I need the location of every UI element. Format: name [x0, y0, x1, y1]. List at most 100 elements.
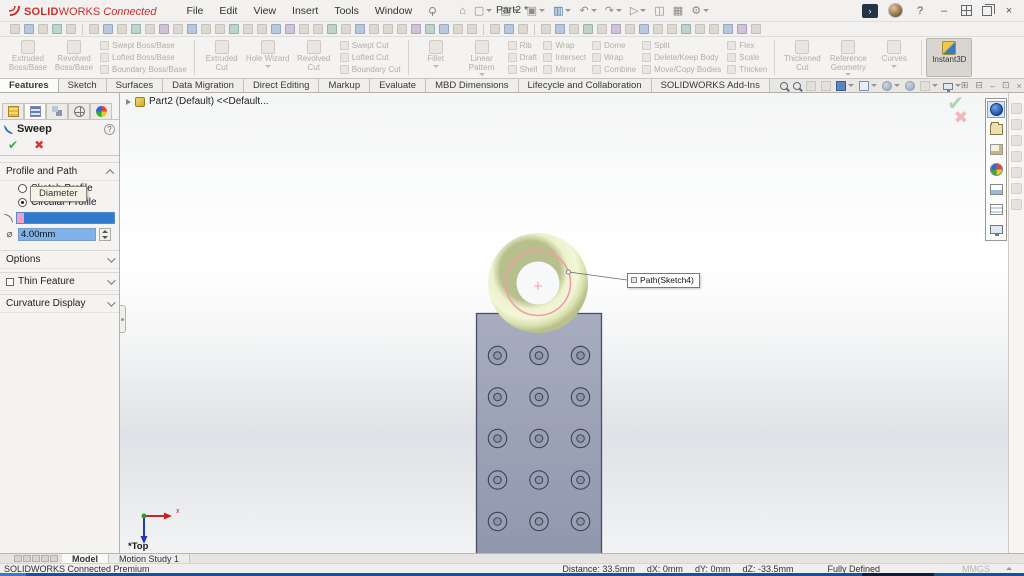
previous-view-icon[interactable] — [806, 81, 816, 91]
toolbar-icon[interactable] — [611, 24, 621, 34]
minimize-button[interactable]: – — [937, 5, 951, 17]
view-orientation-icon[interactable] — [836, 81, 854, 91]
curves-button[interactable]: Curves — [871, 38, 917, 77]
boundary-cut-button[interactable]: Boundary Cut — [340, 64, 401, 75]
diameter-input[interactable]: 4.00mm — [18, 228, 96, 241]
study-nav-button[interactable] — [14, 555, 22, 562]
toolbar-icon[interactable] — [569, 24, 579, 34]
wrap-button[interactable]: Wrap — [543, 40, 586, 51]
combine-button[interactable]: Combine — [592, 64, 636, 75]
tab-dimxpert-manager[interactable] — [68, 103, 90, 119]
toolbar-icon[interactable] — [131, 24, 141, 34]
toolbar-icon[interactable] — [341, 24, 351, 34]
select-icon[interactable]: ▷ — [627, 3, 649, 18]
thickened-cut-button[interactable]: Thickened Cut — [779, 38, 825, 77]
toolbar-icon[interactable] — [117, 24, 127, 34]
expand-pane-icon[interactable]: ⊞ — [961, 80, 969, 91]
tab-model[interactable]: Model — [62, 554, 109, 563]
toolbar-icon[interactable] — [453, 24, 463, 34]
tab-feature-manager[interactable] — [2, 103, 24, 119]
custom-properties-icon[interactable] — [987, 201, 1005, 218]
toolbar-icon[interactable] — [411, 24, 421, 34]
radio-button-icon[interactable] — [18, 198, 27, 207]
diameter-stepper[interactable] — [99, 228, 111, 241]
print-icon[interactable]: ▥ — [550, 3, 574, 18]
draft-button[interactable]: Draft — [508, 52, 538, 63]
3dexperience-icon[interactable] — [987, 101, 1005, 118]
toolbar-icon[interactable] — [709, 24, 719, 34]
toolbar-icon[interactable] — [229, 24, 239, 34]
toolbar-icon[interactable] — [597, 24, 607, 34]
confirmation-corner-cancel-icon[interactable]: ✖ — [954, 108, 968, 128]
tab-lifecycle-and-collaboration[interactable]: Lifecycle and Collaboration — [519, 79, 652, 92]
intersect-button[interactable]: Intersect — [543, 52, 586, 63]
study-nav-button[interactable] — [50, 555, 58, 562]
tab-features[interactable]: Features — [0, 79, 59, 92]
cells-icon[interactable]: ▦ — [670, 3, 686, 18]
shell-button[interactable]: Shell — [508, 64, 538, 75]
delete-keep-body-button[interactable]: Delete/Keep Body — [642, 52, 721, 63]
tab-direct-editing[interactable]: Direct Editing — [244, 79, 320, 92]
dome-button[interactable]: Dome — [592, 40, 636, 51]
extruded-boss-base-button[interactable]: Extruded Boss/Base — [5, 38, 51, 77]
study-nav-button[interactable] — [32, 555, 40, 562]
close-button[interactable]: × — [1002, 5, 1016, 17]
new-document-icon[interactable]: ▢ — [471, 3, 495, 18]
panel-splitter-handle[interactable] — [120, 305, 126, 333]
section-profile-and-path[interactable]: Profile and Path — [0, 162, 119, 181]
dropdown-caret-icon[interactable] — [265, 65, 271, 68]
feature-tree-root[interactable]: Part2 (Default) <<Default... — [126, 96, 269, 107]
mirror-button[interactable]: Mirror — [543, 64, 586, 75]
toolbar-icon[interactable] — [355, 24, 365, 34]
toolbar-icon[interactable] — [38, 24, 48, 34]
dropdown-caret-icon[interactable] — [891, 65, 897, 68]
hole-wizard-button[interactable]: Hole Wizard — [245, 38, 291, 77]
reference-geometry-button[interactable]: Reference Geometry — [825, 38, 871, 77]
user-avatar[interactable] — [888, 3, 903, 18]
toolbar-icon[interactable] — [271, 24, 281, 34]
toolbar-icon[interactable] — [313, 24, 323, 34]
menu-insert[interactable]: Insert — [284, 3, 326, 19]
tab-surfaces[interactable]: Surfaces — [107, 79, 164, 92]
toolbar-icon[interactable] — [751, 24, 761, 34]
revolved-boss-base-button[interactable]: Revolved Boss/Base — [51, 38, 97, 77]
fillet-button[interactable]: Fillet — [413, 38, 459, 77]
menu-view[interactable]: View — [245, 3, 284, 19]
close-document-icon[interactable]: × — [1017, 81, 1022, 91]
attach-icon[interactable]: ◫ — [651, 3, 667, 18]
cancel-button[interactable]: ✖ — [34, 138, 44, 152]
instant3d-button[interactable]: Instant3D — [926, 38, 972, 77]
toolbar-icon[interactable] — [369, 24, 379, 34]
toolbar-icon[interactable] — [201, 24, 211, 34]
graphics-scene[interactable]: x — [120, 93, 1008, 553]
study-nav-button[interactable] — [23, 555, 31, 562]
toolbar-icon[interactable] — [681, 24, 691, 34]
graphics-viewport[interactable]: x Part2 (Default) <<Default... Path(Sket… — [120, 93, 1008, 553]
menu-file[interactable]: File — [178, 3, 211, 19]
toolbar-icon[interactable] — [625, 24, 635, 34]
section-options[interactable]: Options — [0, 250, 119, 269]
layout-button[interactable] — [961, 5, 972, 16]
section-thin-feature[interactable]: Thin Feature — [0, 272, 119, 291]
boundary-boss-base-button[interactable]: Boundary Boss/Base — [100, 64, 187, 75]
tab-mbd-dimensions[interactable]: MBD Dimensions — [426, 79, 518, 92]
minimize-document-icon[interactable]: – — [990, 81, 995, 91]
3dexperience-launcher-icon[interactable]: › — [862, 4, 878, 18]
toolbar-icon[interactable] — [145, 24, 155, 34]
dropdown-caret-icon[interactable] — [433, 65, 439, 68]
status-caret-icon[interactable] — [1006, 567, 1012, 570]
undo-icon[interactable]: ↶ — [576, 3, 599, 18]
toolbar-icon[interactable] — [327, 24, 337, 34]
tab-sketch[interactable]: Sketch — [59, 79, 107, 92]
options-gear-icon[interactable]: ⚙ — [688, 3, 712, 18]
display-style-icon[interactable] — [859, 81, 877, 91]
split-button[interactable]: Split — [642, 40, 721, 51]
toolbar-icon[interactable] — [299, 24, 309, 34]
view-palette-icon[interactable] — [987, 181, 1005, 198]
toolbar-icon[interactable] — [383, 24, 393, 34]
revolved-cut-button[interactable]: Revolved Cut — [291, 38, 337, 77]
flex-button[interactable]: Flex — [727, 40, 767, 51]
appearances-icon[interactable] — [987, 161, 1005, 178]
toolbar-icon[interactable] — [439, 24, 449, 34]
study-nav-button[interactable] — [41, 555, 49, 562]
